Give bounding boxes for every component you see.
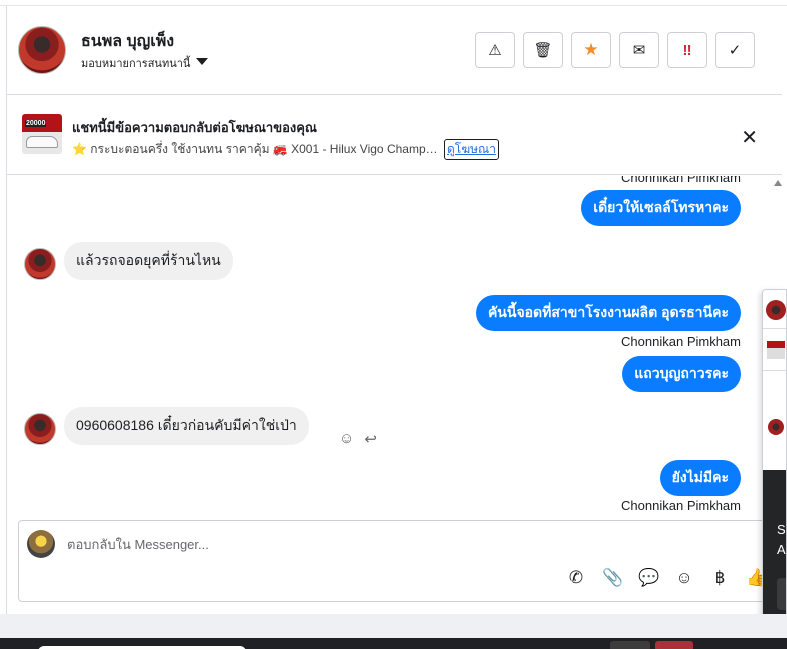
emoji-icon[interactable]: ☺ [674,568,694,588]
mark-done-button[interactable]: ✓ [715,32,755,68]
message-hover-tools: ☺ ↩ [339,430,377,448]
ad-description-text: ⭐ กระบะตอนครึ่ง ใช้งานทน ราคาคุ้ม 🚒 X001… [72,142,440,156]
react-emoji-icon[interactable]: ☺ [339,430,354,448]
customer-avatar[interactable] [18,26,66,74]
assign-conversation-dropdown[interactable]: มอบหมายการสนทนานี้ [81,54,209,72]
saved-reply-icon[interactable]: 💬 [638,568,659,588]
page-bottom-strip [0,614,787,638]
sender-name: Chonnikan Pimkham [621,334,741,349]
side-conversation-preview[interactable]: S A [762,289,787,623]
sender-name: Chonnikan Pimkham [621,176,741,185]
side-card-button[interactable] [777,578,786,610]
header-actions: ⚠ 🗑 ★ ✉ ‼ ✓ [475,32,755,68]
taskbar-app-icon[interactable] [655,641,693,649]
scroll-up-arrow[interactable] [774,180,782,186]
check-icon: ✓ [728,42,742,59]
ad-banner-description: ⭐ กระบะตอนครึ่ง ใช้งานทน ราคาคุ้ม 🚒 X001… [72,139,499,160]
divider [763,328,786,329]
customer-avatar-small [24,248,56,280]
customer-avatar-small [24,413,56,445]
message-bubble-outgoing[interactable]: เดี๋ยวให้เซลล์โทรหาคะ [581,190,741,226]
attachment-icon[interactable]: 📎 [602,568,623,588]
side-card-text-2: A [777,542,786,557]
conversation-panel: ธนพล บุญเพ็ง มอบหมายการสนทนานี้ ⚠ 🗑 ★ ✉ … [6,6,782,614]
reply-icon[interactable]: ↩ [364,430,377,448]
star-icon: ★ [583,40,599,59]
side-card-text-1: S [777,522,786,537]
baht-icon[interactable]: ฿ [710,568,730,588]
message-thread[interactable]: Chonnikan Pimkham เดี๋ยวให้เซลล์โทรหาคะ … [7,176,782,510]
ad-reply-banner: 20000 แชทนี้มีข้อความตอบกลับต่อโฆษณาของค… [7,95,782,175]
call-add-icon[interactable]: ✆ [566,568,586,588]
chevron-down-icon [196,57,209,65]
mark-unread-button[interactable]: ✉ [619,32,659,68]
composer-toolbar: ✆ 📎 💬 ☺ ฿ 👍 [566,568,767,588]
side-dark-card: S A [763,470,786,622]
assign-label: มอบหมายการสนทนานี้ [81,58,191,70]
message-bubble-incoming[interactable]: แล้วรถจอดยุคที่ร้านไหน [64,242,233,280]
trash-icon: 🗑 [533,42,553,59]
side-ad-thumbnail [767,341,785,359]
follow-up-button[interactable]: ‼ [667,32,707,68]
side-avatar [766,300,786,320]
delete-button[interactable]: 🗑 [523,32,563,68]
reply-composer: ✆ 📎 💬 ☺ ฿ 👍 [18,520,770,602]
sender-name: Chonnikan Pimkham [621,498,741,510]
message-bubble-incoming[interactable]: 0960608186 เดี๋ยวก่อนคับมีค่าใช่เป่า [64,407,309,445]
important-icon: ‼ [682,41,692,59]
warning-icon: ⚠ [488,42,502,59]
side-avatar-small [768,419,784,435]
taskbar-app-icon[interactable] [610,641,650,649]
star-button[interactable]: ★ [571,32,611,68]
customer-name[interactable]: ธนพล บุญเพ็ง [81,29,174,54]
message-bubble-outgoing[interactable]: แถวบุญถาวรคะ [622,356,741,392]
message-bubble-outgoing[interactable]: ยังไม่มีคะ [659,460,741,496]
reply-input[interactable] [67,537,667,552]
page-avatar [27,530,55,558]
ad-banner-title: แชทนี้มีข้อความตอบกลับต่อโฆษณาของคุณ [72,120,317,135]
ad-thumbnail: 20000 [22,114,62,154]
message-bubble-outgoing[interactable]: คันนี้จอดที่สาขาโรงงานผลิต อุดรธานีคะ [475,295,741,331]
view-ad-link[interactable]: ดูโฆษณา [444,139,499,160]
conversation-header: ธนพล บุญเพ็ง มอบหมายการสนทนานี้ ⚠ 🗑 ★ ✉ … [7,6,782,95]
ad-thumbnail-price: 20000 [25,120,47,127]
divider [763,370,786,371]
close-icon[interactable]: ✕ [741,125,758,150]
envelope-open-icon: ✉ [632,42,646,59]
truck-image [26,136,58,148]
mark-spam-button[interactable]: ⚠ [475,32,515,68]
